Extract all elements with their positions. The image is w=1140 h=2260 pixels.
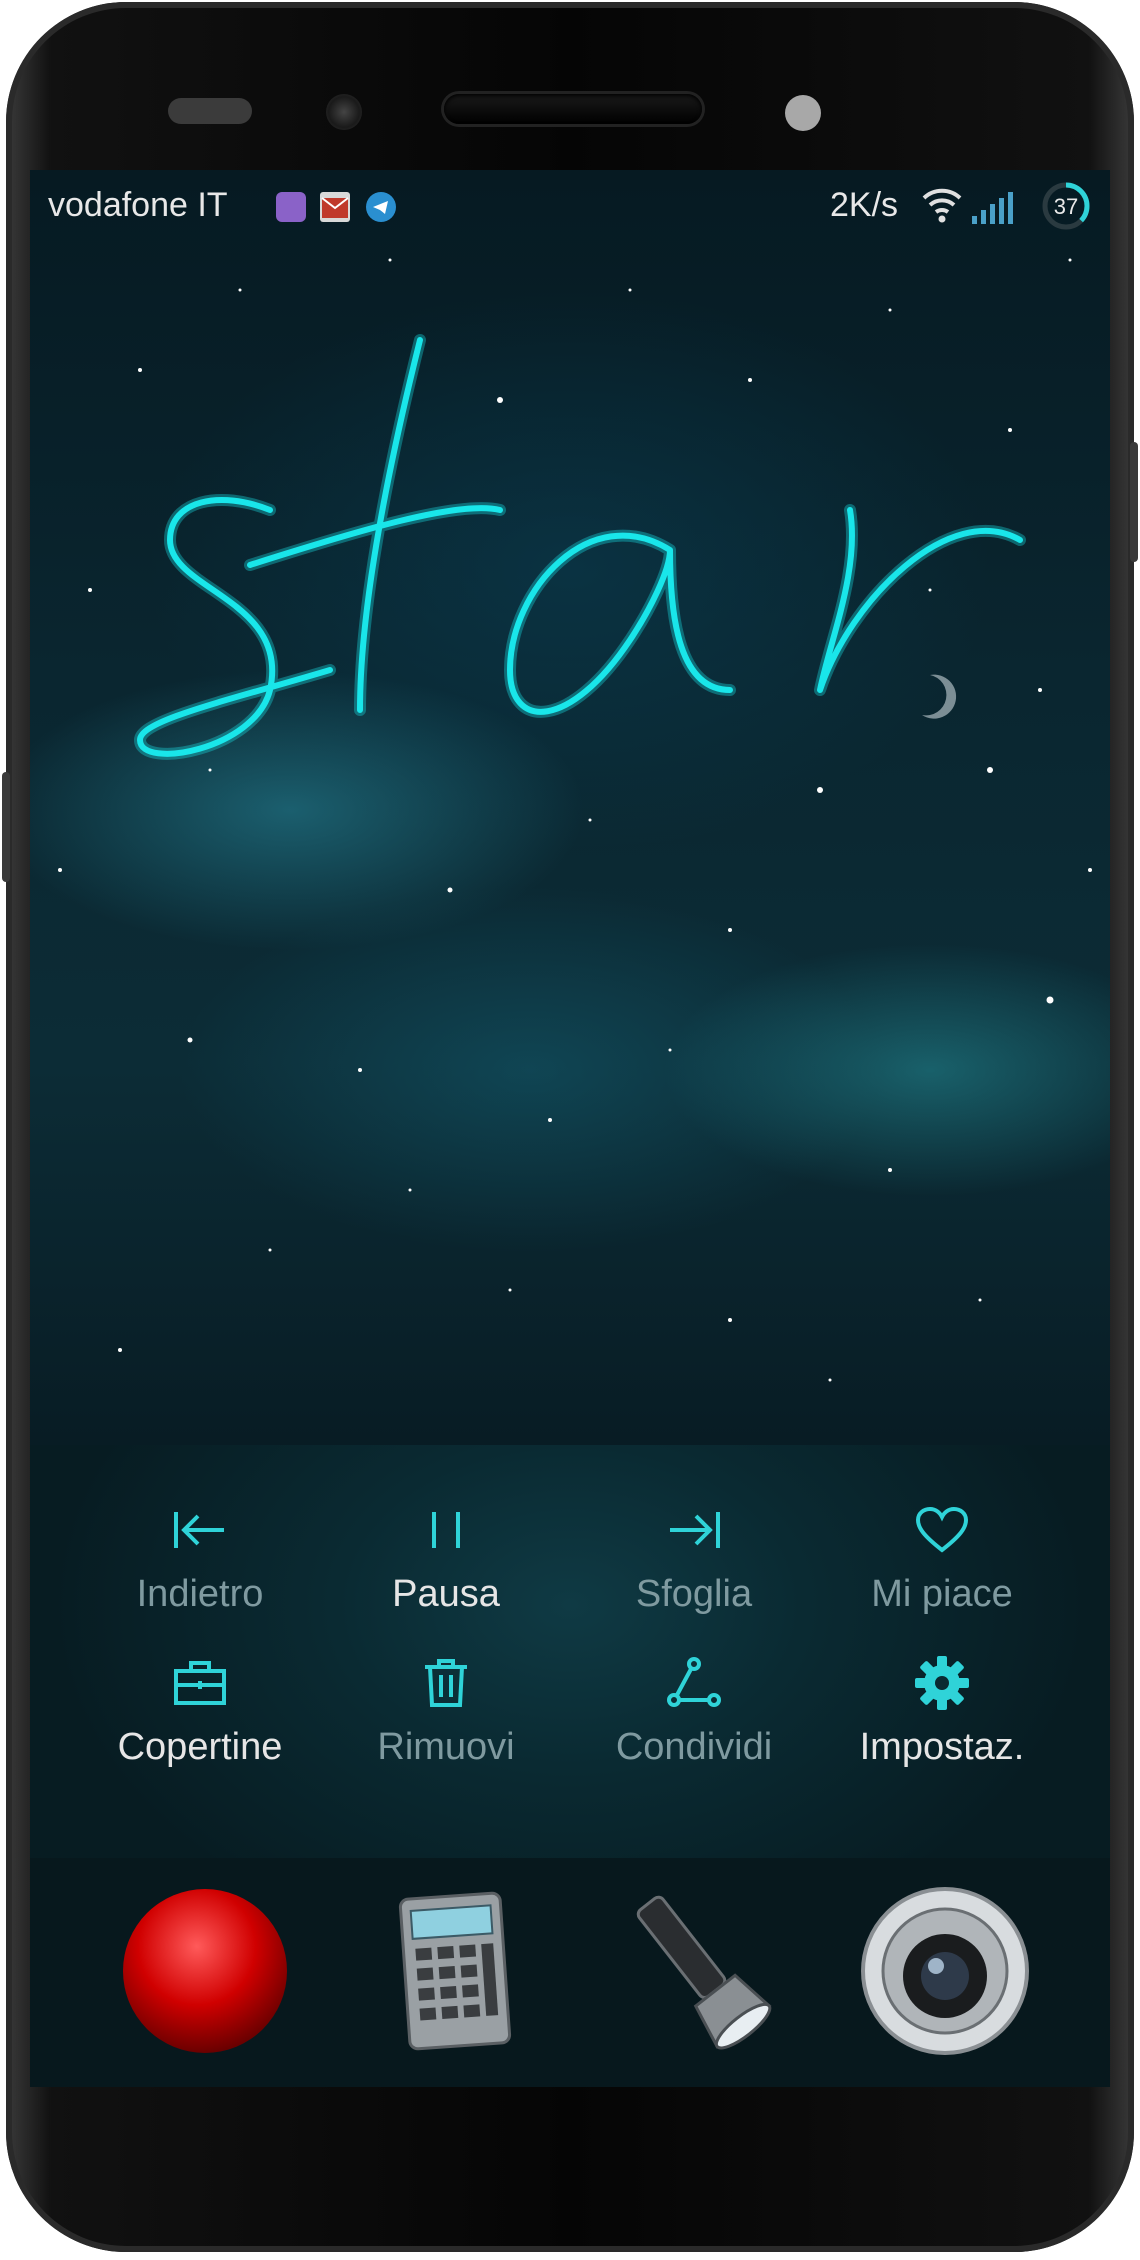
skip-forward-icon [670,1512,720,1548]
covers-label: Copertine [117,1726,283,1768]
share-button[interactable]: Condividi [584,1648,804,1769]
like-button[interactable]: Mi piace [832,1495,1052,1616]
covers-button[interactable]: Copertine [90,1648,310,1769]
gallery-icon [276,192,306,222]
carrier-name: vodafone IT [48,186,228,224]
crescent-moon [922,674,957,719]
neon-star-text [134,334,1026,760]
back-label: Indietro [136,1573,264,1615]
browse-button[interactable]: Sfoglia [584,1495,804,1616]
wifi-icon [922,188,962,223]
pause-button[interactable]: Pausa [336,1495,556,1616]
phone-frame: vodafone IT 2K/s 37 Indietro Pausa Sfogl… [2,2,1138,2252]
app-dock [30,1858,1110,2087]
signal-icon [972,192,1013,224]
front-camera [326,94,362,130]
power-button [1130,442,1138,562]
status-bar: vodafone IT 2K/s 37 [30,170,1110,242]
briefcase-icon [174,1661,226,1705]
share-icon [667,1657,721,1707]
camera-app[interactable] [850,1876,1040,2066]
screen: vodafone IT 2K/s 37 Indietro Pausa Sfogl… [30,170,1110,2087]
volume-button [2,772,10,882]
earpiece-speaker [444,94,702,124]
light-sensor [785,95,821,131]
browse-label: Sfoglia [635,1573,753,1615]
svg-text:37: 37 [1054,194,1078,219]
record-button-app[interactable] [110,1876,300,2066]
network-speed: 2K/s [830,186,899,224]
trash-icon [425,1659,467,1707]
back-button[interactable]: Indietro [90,1495,310,1616]
remove-label: Rimuovi [377,1726,515,1768]
proximity-sensor [168,98,252,124]
calculator-app[interactable] [360,1876,550,2066]
pause-label: Pausa [392,1573,500,1615]
remove-button[interactable]: Rimuovi [336,1648,556,1769]
like-label: Mi piace [871,1573,1013,1615]
heart-icon [915,1506,969,1553]
mail-icon [320,192,350,222]
telegram-icon [366,192,396,222]
skip-back-icon [174,1512,224,1548]
flashlight-app[interactable] [605,1876,795,2066]
settings-button[interactable]: Impostaz. [832,1648,1052,1769]
battery-ring-icon: 37 [1042,182,1090,230]
gear-icon [915,1656,969,1710]
starfield [58,258,1092,1382]
pause-icon [432,1512,460,1548]
share-label: Condividi [615,1726,773,1768]
settings-label: Impostaz. [859,1726,1025,1768]
